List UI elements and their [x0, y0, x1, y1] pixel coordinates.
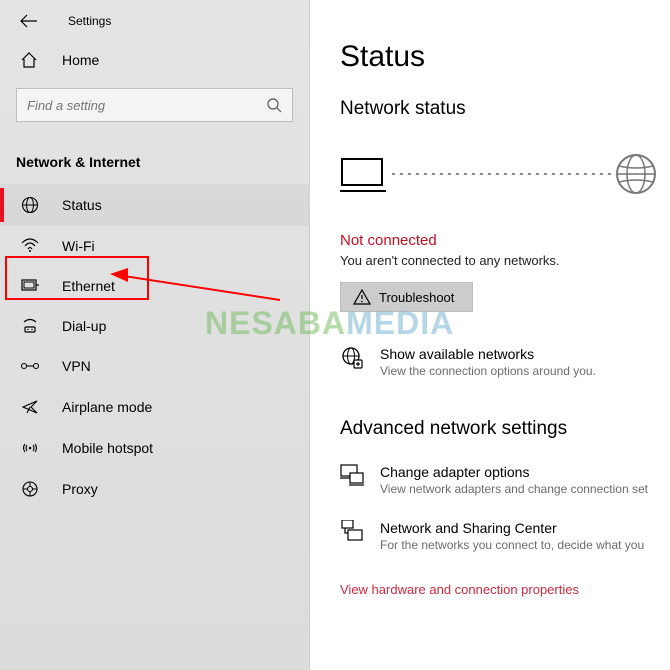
network-status-heading: Network status — [340, 98, 670, 120]
networks-icon — [340, 346, 366, 378]
row-title: Show available networks — [380, 346, 596, 362]
vpn-icon — [20, 359, 40, 373]
home-icon — [20, 52, 40, 68]
dialup-icon — [20, 318, 40, 334]
show-networks-row[interactable]: Show available networks View the connect… — [340, 346, 670, 378]
sidebar-item-label: Proxy — [62, 481, 98, 497]
network-diagram — [340, 146, 670, 202]
sidebar-item-airplane[interactable]: Airplane mode — [0, 386, 309, 428]
sidebar-item-hotspot[interactable]: Mobile hotspot — [0, 428, 309, 468]
not-connected-title: Not connected — [340, 232, 670, 249]
sidebar-item-vpn[interactable]: VPN — [0, 346, 309, 386]
content-area: Status Network status Not connected You … — [310, 0, 670, 670]
page-title: Status — [340, 40, 670, 74]
sharing-center-row[interactable]: Network and Sharing Center For the netwo… — [340, 520, 670, 552]
hotspot-icon — [20, 440, 40, 456]
row-desc: View the connection options around you. — [380, 364, 596, 378]
warning-icon — [353, 289, 371, 305]
troubleshoot-label: Troubleshoot — [379, 290, 454, 305]
sidebar-item-wifi[interactable]: Wi-Fi — [0, 226, 309, 266]
sidebar-item-label: Dial-up — [62, 318, 106, 334]
proxy-icon — [20, 480, 40, 498]
section-heading: Network & Internet — [0, 136, 309, 184]
sidebar-item-dialup[interactable]: Dial-up — [0, 306, 309, 346]
search-icon — [266, 97, 282, 113]
sidebar-item-label: Status — [62, 197, 102, 213]
row-desc: View network adapters and change connect… — [380, 482, 648, 496]
sidebar-item-home[interactable]: Home — [0, 38, 309, 82]
sidebar-item-status[interactable]: Status — [0, 184, 309, 226]
sidebar-item-label: Airplane mode — [62, 399, 152, 415]
airplane-icon — [20, 398, 40, 416]
search-box[interactable] — [16, 88, 293, 122]
sidebar: Settings Home Network & Internet Status … — [0, 0, 310, 670]
sidebar-item-label: Mobile hotspot — [62, 440, 153, 456]
sidebar-item-ethernet[interactable]: Ethernet — [0, 266, 309, 306]
adapter-icon — [340, 464, 366, 496]
sharing-icon — [340, 520, 366, 552]
adapter-options-row[interactable]: Change adapter options View network adap… — [340, 464, 670, 496]
wifi-icon — [20, 238, 40, 254]
ethernet-icon — [20, 278, 40, 294]
not-connected-desc: You aren't connected to any networks. — [340, 253, 670, 268]
globe-icon — [20, 196, 40, 214]
back-arrow-icon — [20, 14, 38, 28]
settings-title: Settings — [68, 14, 111, 28]
sidebar-item-proxy[interactable]: Proxy — [0, 468, 309, 510]
header-row: Settings — [0, 0, 309, 38]
home-label: Home — [62, 52, 99, 68]
row-title: Change adapter options — [380, 464, 648, 480]
sidebar-item-label: Wi-Fi — [62, 238, 95, 254]
troubleshoot-button[interactable]: Troubleshoot — [340, 282, 473, 312]
back-button[interactable] — [18, 10, 40, 32]
row-desc: For the networks you connect to, decide … — [380, 538, 644, 552]
search-input[interactable] — [27, 98, 227, 113]
row-title: Network and Sharing Center — [380, 520, 644, 536]
sidebar-item-label: VPN — [62, 358, 91, 374]
view-hardware-link[interactable]: View hardware and connection properties — [340, 582, 670, 597]
advanced-heading: Advanced network settings — [340, 418, 670, 440]
sidebar-item-label: Ethernet — [62, 278, 115, 294]
